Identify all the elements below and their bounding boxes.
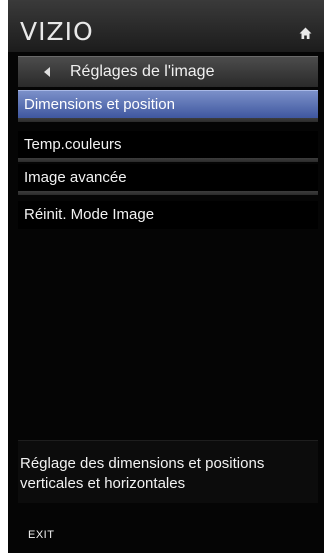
menu-item-reset-picture-mode[interactable]: Réinit. Mode Image <box>18 201 318 229</box>
back-arrow-icon[interactable] <box>44 67 50 77</box>
menu-item-dimensions-position[interactable]: Dimensions et position <box>18 90 318 118</box>
home-icon[interactable] <box>299 27 312 40</box>
vizio-logo: VIZIO <box>20 17 94 46</box>
menu-item-color-temperature[interactable]: Temp.couleurs <box>18 131 318 159</box>
menu-separator <box>18 118 318 122</box>
settings-panel: VIZIO Réglages de l'image Dimensions et … <box>8 0 324 553</box>
menu-item-advanced-image[interactable]: Image avancée <box>18 164 318 192</box>
menu-separator <box>18 191 318 195</box>
help-description: Réglage des dimensions et positions vert… <box>20 455 265 492</box>
exit-button[interactable]: EXIT <box>28 529 54 541</box>
menu-title: Réglages de l'image <box>70 63 215 80</box>
header: VIZIO <box>8 0 324 52</box>
menu-title-bar[interactable]: Réglages de l'image <box>18 56 318 87</box>
menu-separator <box>18 158 318 162</box>
description-area: Réglage des dimensions et positions vert… <box>18 440 318 503</box>
